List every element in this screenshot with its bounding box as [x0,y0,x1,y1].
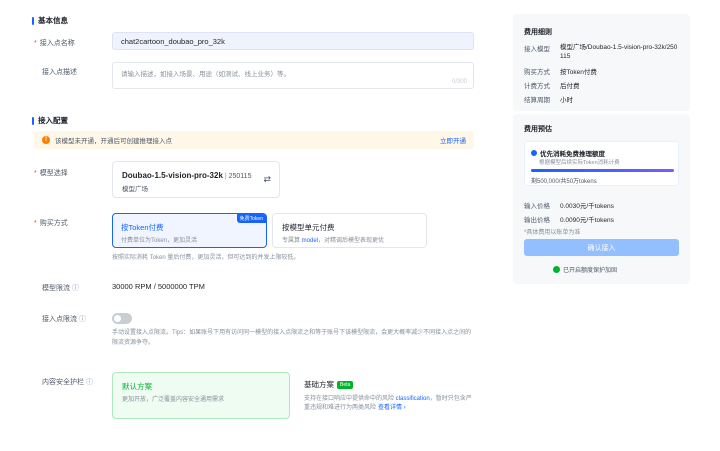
fee-row-key: 计费方式 [524,83,550,90]
fee-row-key: 接入模型 [524,46,550,53]
basic-section-title: 基本信息 [32,15,68,26]
basic-title-text: 基本信息 [38,16,68,25]
confirm-button[interactable]: 确认接入 [524,239,679,256]
model-source: 模型广场 [122,186,148,193]
safety-label: 内容安全护栏 ⓘ [42,377,93,387]
endpoint-name-input[interactable]: chat2cartoon_doubao_pro_32k [112,32,474,50]
free-quota-card: 优先消耗免费推理额度 根据模型后续实际Token消耗计费 剩500,000/共5… [524,141,679,186]
desc-placeholder: 请输入描述，如接入场景、用途（如测试、线上业务）等。 [121,71,290,78]
safety-option-default[interactable]: 默认方案 更加开放，广泛覆盖内容安全通用需求 [112,372,290,419]
free-token-badge: 免费Token [236,214,266,223]
model-version: 250115 [228,173,252,180]
price-row-value: 0.0090元/千tokens [560,217,614,224]
option-unit-desc-pre: 专属算 [282,238,302,244]
fee-row-key: 结算周期 [524,97,550,104]
quota-icon [531,150,537,156]
rate-label: 模型限流 ⓘ [42,283,79,293]
fee-row-value: 按Token付费 [560,69,597,76]
limit-label: 接入点限流 ⓘ [42,314,86,324]
desc-counter: 0/300 [451,79,467,85]
name-label-text: 接入点名称 [39,40,75,47]
model-label-text: 模型选择 [39,170,68,177]
beta-badge: Beta [337,380,354,389]
option-token-desc: 付费单位为Token，更加灵活 [121,238,198,244]
safety-basic-title: 基础方案 [304,380,334,389]
required-mark: * [34,170,37,177]
endpoint-limit-toggle[interactable] [112,313,132,324]
purchase-label: * 购买方式 [34,218,68,228]
fee-row-value: 模型广场/Doubao-1.5-vision-pro-32k/250115 [560,44,678,60]
purchase-option-token[interactable]: 按Token付费 付费单位为Token，更加灵活 免费Token [112,213,267,248]
option-unit-desc-post: ，对精调后模型表现更优 [318,238,385,244]
fee-row-value: 小时 [560,97,573,104]
limit-hint: 手动设置接入点限流。Tips：如果账号下用有访问同一模型的接入点限流之和等于账号… [112,330,472,346]
free-quota-desc: 根据模型后续实际Token消耗计费 [539,160,620,166]
limit-label-text: 接入点限流 [42,316,77,323]
price-row-value: 0.0030元/千tokens [560,203,614,210]
purchase-option-unit[interactable]: 按模型单元付费 专属算 model，对精调后模型表现更优 [272,213,427,248]
endpoint-name-value: chat2cartoon_doubao_pro_32k [121,36,225,46]
safety-default-title: 默认方案 [122,382,152,391]
warning-text: 该模型未开通，开通后可创建推理接入点 [55,138,172,145]
quota-protect-text: 已开启额度保护加固 [563,268,618,274]
purchase-label-text: 购买方式 [39,220,68,227]
free-quota-title-row: 优先消耗免费推理额度 [531,148,605,158]
info-icon[interactable]: ⓘ [72,285,79,292]
price-note: *具体费用以账单为准 [524,230,581,236]
fee-row-key: 购买方式 [524,69,550,76]
free-quota-track [531,169,674,172]
section-marker [32,16,34,25]
fee-row-value: 后付费 [560,83,580,90]
info-icon[interactable]: ⓘ [79,316,86,323]
model-name-row: Doubao-1.5-vision-pro-32k | 250115 [122,171,252,180]
model-label: * 模型选择 [34,168,68,178]
model-select-card[interactable]: Doubao-1.5-vision-pro-32k | 250115 模型广场 … [112,161,280,198]
rate-value: 30000 RPM / 5000000 TPM [112,282,205,291]
price-row-key: 输出价格 [524,217,550,224]
info-icon[interactable]: ⓘ [86,379,93,386]
option-unit-title: 按模型单元付费 [282,223,335,232]
required-mark: * [34,40,37,47]
free-quota-title: 优先消耗免费推理额度 [540,151,605,158]
model-name: Doubao-1.5-vision-pro-32k [122,171,223,180]
config-section-title: 接入配置 [32,115,68,126]
safety-default-desc: 更加开放，广泛覆盖内容安全通用需求 [122,397,225,403]
fee-estimate-title: 费用预估 [524,126,552,133]
shield-icon [553,266,560,273]
option-unit-desc: 专属算 model，对精调后模型表现更优 [282,235,384,244]
fee-estimate-panel: 费用预估 优先消耗免费推理额度 根据模型后续实际Token消耗计费 剩500,0… [513,114,690,284]
not-activated-warning: ! 该模型未开通，开通后可创建推理接入点 立即开通 [34,131,474,149]
fee-detail-panel: 费用细则 接入模型 模型广场/Doubao-1.5-vision-pro-32k… [513,14,690,111]
quota-protect-row[interactable]: 已开启额度保护加固 [553,265,617,274]
purchase-hint: 按照实际消耗 Token 量后付费，更加灵活，但可达到的并发上限较低。 [112,255,300,261]
endpoint-desc-textarea[interactable]: 请输入描述，如接入场景、用途（如测试、线上业务）等。 0/300 [112,62,474,89]
option-token-title: 按Token付费 [121,223,164,232]
warning-icon: ! [42,136,50,144]
classification-link[interactable]: classification [396,396,430,402]
safety-basic-desc-pre: 支持在接口响应中提供命中的风险 [304,396,396,402]
safety-label-text: 内容安全护栏 [42,379,84,386]
required-mark: * [34,220,37,227]
price-row-key: 输入价格 [524,203,550,210]
desc-label: 接入点描述 [42,69,77,76]
safety-option-basic[interactable]: 基础方案 Beta 支持在接口响应中提供命中的风险 classification… [304,379,474,413]
swap-icon[interactable]: ⇄ [263,174,271,185]
section-marker [32,116,34,125]
config-title-text: 接入配置 [38,116,68,125]
view-details-link[interactable]: 查看详情 › [378,405,406,411]
activate-now-link[interactable]: 立即开通 [440,135,466,145]
safety-basic-desc: 支持在接口响应中提供命中的风险 classification，暂时只包含严重违规… [304,395,474,413]
safety-basic-title-row: 基础方案 Beta [304,379,474,390]
name-label: * 接入点名称 [34,38,75,48]
option-unit-desc-link[interactable]: model [302,238,318,244]
free-quota-progress-fill [531,169,674,172]
fee-detail-title: 费用细则 [524,29,552,36]
free-quota-progress-text: 剩500,000/共50万tokens [531,179,597,185]
rate-label-text: 模型限流 [42,285,70,292]
